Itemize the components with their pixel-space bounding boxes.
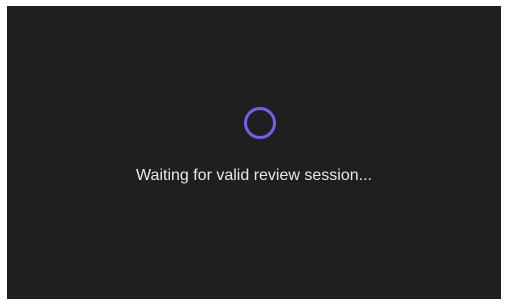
loading-status-text: Waiting for valid review session...	[136, 167, 372, 184]
loading-screen: Waiting for valid review session...	[7, 6, 501, 299]
loading-spinner-icon	[244, 107, 276, 139]
